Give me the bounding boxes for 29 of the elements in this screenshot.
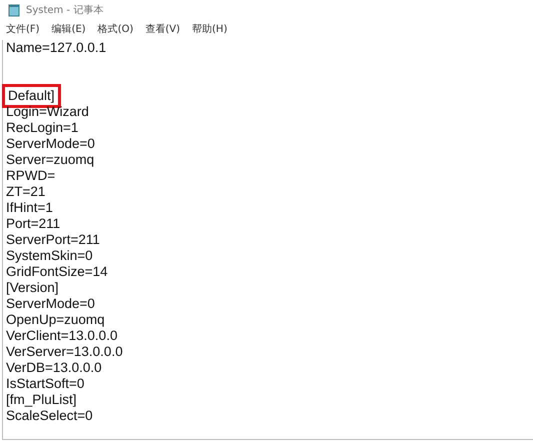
menu-item[interactable]: 格式(O) xyxy=(96,22,136,36)
text-line: Login=Wizard xyxy=(6,104,89,120)
text-line: [fm_PluList] xyxy=(6,392,77,408)
text-line: ScaleSelect=0 xyxy=(6,408,93,424)
text-line: RecLogin=1 xyxy=(6,120,78,136)
notepad-icon xyxy=(8,4,20,16)
text-line: IfHint=1 xyxy=(6,200,53,216)
menu-item[interactable]: 查看(V) xyxy=(143,22,182,36)
text-line: Port=211 xyxy=(6,216,60,232)
text-line: ServerPort=211 xyxy=(6,232,100,248)
text-line: IsStartSoft=0 xyxy=(6,376,84,392)
window-title: System - 记事本 xyxy=(26,4,104,17)
text-line: ZT=21 xyxy=(6,184,46,200)
menu-item[interactable]: 编辑(E) xyxy=(50,22,88,36)
text-line: RPWD= xyxy=(6,168,56,184)
text-line: SystemSkin=0 xyxy=(6,248,93,264)
text-editor[interactable] xyxy=(2,40,533,440)
text-line: Name=127.0.0.1 xyxy=(6,40,106,56)
text-line: VerDB=13.0.0.0 xyxy=(6,360,102,376)
text-line: ServerMode=0 xyxy=(6,136,95,152)
text-line: VerServer=13.0.0.0 xyxy=(6,344,123,360)
text-line: [Version] xyxy=(6,280,59,296)
text-line: ServerMode=0 xyxy=(6,296,95,312)
text-line: OpenUp=zuomq xyxy=(6,312,105,328)
text-line: Server=zuomq xyxy=(6,152,94,168)
text-line: VerClient=13.0.0.0 xyxy=(6,328,118,344)
menu-item[interactable]: 文件(F) xyxy=(4,22,42,36)
text-line: GridFontSize=14 xyxy=(6,264,108,280)
menu-item[interactable]: 帮助(H) xyxy=(190,22,230,36)
